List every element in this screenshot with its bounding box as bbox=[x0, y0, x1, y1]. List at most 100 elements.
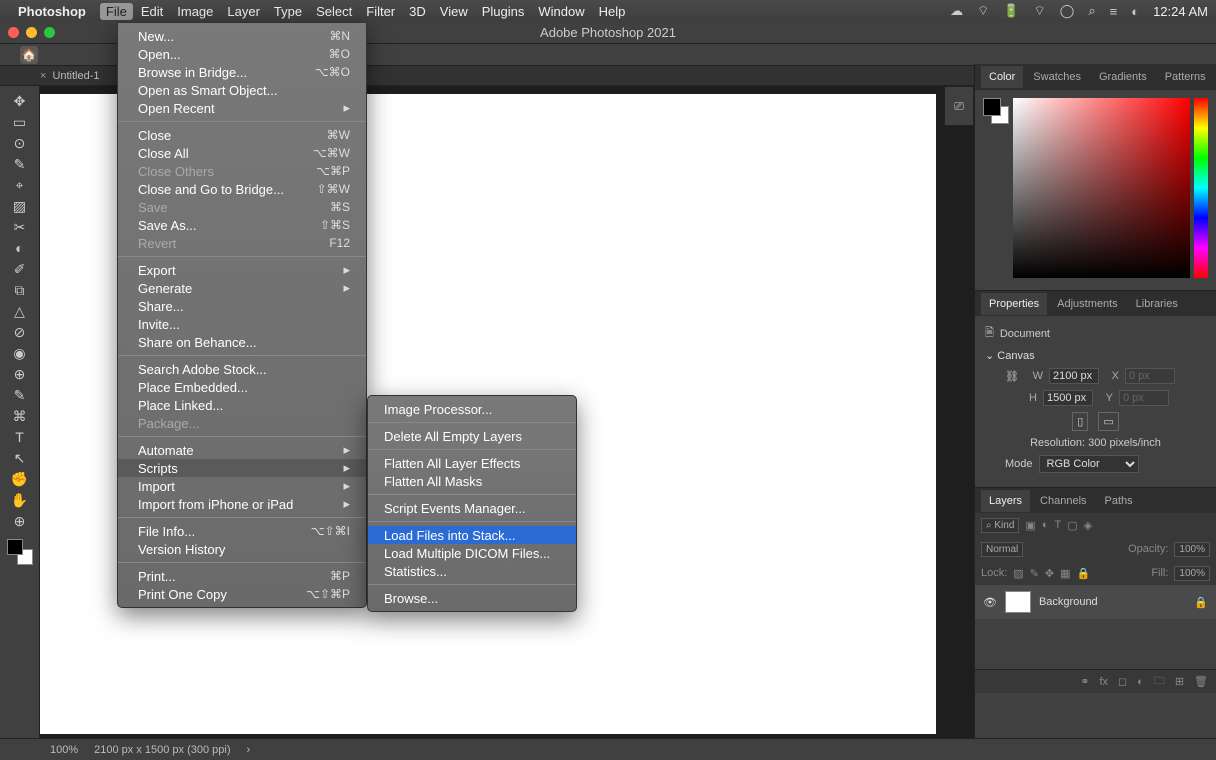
menuitem-flatten-all-layer-effects[interactable]: Flatten All Layer Effects bbox=[368, 454, 576, 472]
menuitem-close-and-go-to-bridge-[interactable]: Close and Go to Bridge...⇧⌘W bbox=[118, 180, 366, 198]
wifi-icon[interactable]: ⌔ bbox=[1034, 3, 1046, 19]
close-tab-button[interactable]: × bbox=[40, 70, 46, 82]
clock[interactable]: 12:24 AM bbox=[1153, 4, 1208, 19]
filter-type-icon[interactable]: T bbox=[1054, 519, 1061, 531]
menu-help[interactable]: Help bbox=[599, 4, 626, 19]
tool-16[interactable]: T bbox=[8, 428, 32, 446]
menu-edit[interactable]: Edit bbox=[141, 4, 163, 19]
filter-adjustment-icon[interactable]: ◐ bbox=[1042, 519, 1049, 531]
maximize-window-button[interactable] bbox=[44, 27, 55, 38]
tool-11[interactable]: ⊘ bbox=[8, 323, 32, 341]
foreground-color[interactable] bbox=[7, 539, 23, 555]
menuitem-file-info-[interactable]: File Info...⌥⇧⌘I bbox=[118, 522, 366, 540]
menuitem-close[interactable]: Close⌘W bbox=[118, 126, 366, 144]
fill-value[interactable]: 100% bbox=[1174, 566, 1210, 581]
tool-9[interactable]: ⧉ bbox=[8, 281, 32, 299]
menuitem-flatten-all-masks[interactable]: Flatten All Masks bbox=[368, 472, 576, 490]
tool-6[interactable]: ✂ bbox=[8, 218, 32, 236]
orientation-landscape-button[interactable]: ▭ bbox=[1098, 412, 1118, 431]
menuitem-import[interactable]: Import▸ bbox=[118, 477, 366, 495]
tool-17[interactable]: ↖ bbox=[8, 449, 32, 467]
opacity-value[interactable]: 100% bbox=[1174, 542, 1210, 557]
delete-layer-icon[interactable]: 🗑 bbox=[1194, 675, 1208, 688]
foreground-color-swatch[interactable] bbox=[983, 98, 1001, 116]
tool-2[interactable]: ⊙ bbox=[8, 134, 32, 152]
tab-swatches[interactable]: Swatches bbox=[1025, 66, 1089, 88]
lock-position-icon[interactable]: ✥ bbox=[1045, 567, 1054, 580]
tool-14[interactable]: ✎ bbox=[8, 386, 32, 404]
menuitem-browse-[interactable]: Browse... bbox=[368, 589, 576, 607]
menuitem-statistics-[interactable]: Statistics... bbox=[368, 562, 576, 580]
menuitem-generate[interactable]: Generate▸ bbox=[118, 279, 366, 297]
color-picker-field[interactable] bbox=[1013, 98, 1190, 278]
layer-filter-kind[interactable]: ⌕ Kind bbox=[981, 518, 1019, 533]
menuitem-invite-[interactable]: Invite... bbox=[118, 315, 366, 333]
bluetooth-icon[interactable]: ⌔ bbox=[977, 3, 989, 19]
menuitem-open-[interactable]: Open...⌘O bbox=[118, 45, 366, 63]
menuitem-load-multiple-dicom-files-[interactable]: Load Multiple DICOM Files... bbox=[368, 544, 576, 562]
lock-artboard-icon[interactable]: ▦ bbox=[1060, 567, 1070, 580]
color-mode-select[interactable]: RGB Color bbox=[1039, 455, 1139, 473]
menu-file[interactable]: File bbox=[100, 3, 133, 20]
user-icon[interactable]: ◯ bbox=[1060, 3, 1075, 19]
spotlight-icon[interactable]: ⌕ bbox=[1088, 3, 1095, 19]
menu-view[interactable]: View bbox=[440, 4, 468, 19]
document-dimensions[interactable]: 2100 px x 1500 px (300 ppi) bbox=[94, 744, 230, 756]
tool-5[interactable]: ▨ bbox=[8, 197, 32, 215]
menuitem-automate[interactable]: Automate▸ bbox=[118, 441, 366, 459]
close-window-button[interactable] bbox=[8, 27, 19, 38]
document-tab[interactable]: Untitled-1 bbox=[52, 70, 99, 82]
tool-7[interactable]: ◐ bbox=[8, 239, 32, 257]
menuitem-save-as-[interactable]: Save As...⇧⌘S bbox=[118, 216, 366, 234]
menuitem-load-files-into-stack-[interactable]: Load Files into Stack... bbox=[368, 526, 576, 544]
menuitem-import-from-iphone-or-ipad[interactable]: Import from iPhone or iPad▸ bbox=[118, 495, 366, 513]
menuitem-open-recent[interactable]: Open Recent▸ bbox=[118, 99, 366, 117]
minimize-window-button[interactable] bbox=[26, 27, 37, 38]
menu-window[interactable]: Window bbox=[538, 4, 584, 19]
menuitem-version-history[interactable]: Version History bbox=[118, 540, 366, 558]
lock-all-icon[interactable]: 🔒 bbox=[1077, 567, 1091, 580]
menu-image[interactable]: Image bbox=[177, 4, 213, 19]
menu-type[interactable]: Type bbox=[274, 4, 302, 19]
tool-13[interactable]: ⊕ bbox=[8, 365, 32, 383]
menuitem-close-all[interactable]: Close All⌥⌘W bbox=[118, 144, 366, 162]
tool-8[interactable]: ✐ bbox=[8, 260, 32, 278]
tool-19[interactable]: ✋ bbox=[8, 491, 32, 509]
menuitem-print-one-copy[interactable]: Print One Copy⌥⇧⌘P bbox=[118, 585, 366, 603]
link-dimensions-icon[interactable]: ⛓ bbox=[1005, 370, 1019, 383]
layer-thumbnail[interactable] bbox=[1005, 591, 1031, 613]
layer-mask-icon[interactable]: ◻ bbox=[1118, 675, 1127, 688]
menuitem-place-embedded-[interactable]: Place Embedded... bbox=[118, 378, 366, 396]
menuitem-new-[interactable]: New...⌘N bbox=[118, 27, 366, 45]
tab-properties[interactable]: Properties bbox=[981, 293, 1047, 315]
hue-slider[interactable] bbox=[1194, 98, 1208, 278]
new-layer-icon[interactable]: ⊞ bbox=[1175, 675, 1184, 688]
menuitem-share-[interactable]: Share... bbox=[118, 297, 366, 315]
menuitem-delete-all-empty-layers[interactable]: Delete All Empty Layers bbox=[368, 427, 576, 445]
menuitem-script-events-manager-[interactable]: Script Events Manager... bbox=[368, 499, 576, 517]
link-layers-icon[interactable]: ⚭ bbox=[1080, 675, 1089, 688]
blend-mode-select[interactable]: Normal bbox=[981, 542, 1023, 557]
filter-shape-icon[interactable]: ▢ bbox=[1067, 519, 1077, 532]
height-input[interactable] bbox=[1043, 390, 1093, 406]
menuitem-browse-in-bridge-[interactable]: Browse in Bridge...⌥⌘O bbox=[118, 63, 366, 81]
menuitem-place-linked-[interactable]: Place Linked... bbox=[118, 396, 366, 414]
menuitem-export[interactable]: Export▸ bbox=[118, 261, 366, 279]
menu-layer[interactable]: Layer bbox=[227, 4, 260, 19]
menu-3d[interactable]: 3D bbox=[409, 4, 426, 19]
menuitem-scripts[interactable]: Scripts▸ bbox=[118, 459, 366, 477]
tab-paths[interactable]: Paths bbox=[1097, 490, 1141, 512]
control-center-icon[interactable]: ≡ bbox=[1110, 4, 1118, 19]
tool-4[interactable]: ⌖ bbox=[8, 176, 32, 194]
menu-filter[interactable]: Filter bbox=[366, 4, 395, 19]
menu-plugins[interactable]: Plugins bbox=[482, 4, 525, 19]
tab-layers[interactable]: Layers bbox=[981, 490, 1030, 512]
tool-3[interactable]: ✎ bbox=[8, 155, 32, 173]
color-swatch[interactable] bbox=[7, 539, 33, 565]
menuitem-share-on-behance-[interactable]: Share on Behance... bbox=[118, 333, 366, 351]
battery-icon[interactable]: 🔋 bbox=[1003, 3, 1019, 19]
menuitem-open-as-smart-object-[interactable]: Open as Smart Object... bbox=[118, 81, 366, 99]
group-layers-icon[interactable]: 🗀 bbox=[1154, 672, 1165, 691]
panel-collapse-button[interactable]: ⎚ bbox=[944, 86, 974, 126]
tab-channels[interactable]: Channels bbox=[1032, 490, 1094, 512]
